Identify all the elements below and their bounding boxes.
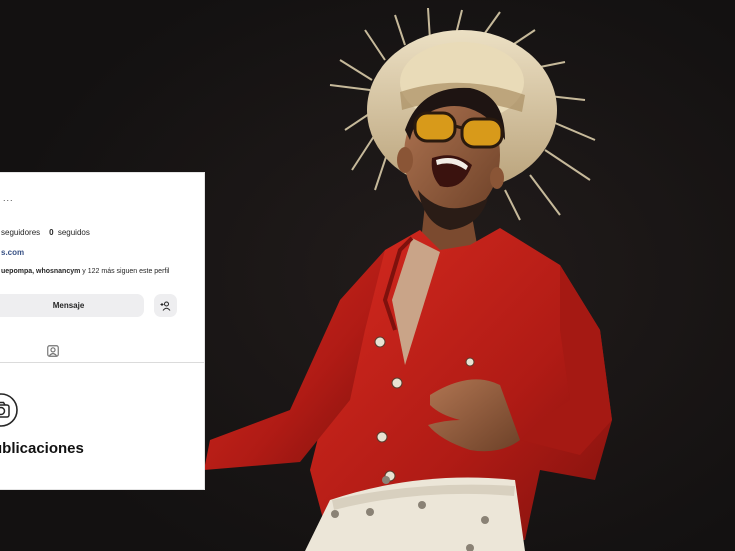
followed-by-text: uepompa, whosnancym y 122 más siguen est… bbox=[1, 268, 169, 275]
camera-icon bbox=[0, 392, 19, 428]
add-user-icon bbox=[160, 301, 170, 311]
website-link[interactable]: s.com bbox=[1, 248, 24, 257]
following-label[interactable]: seguidos bbox=[58, 228, 90, 237]
following-count: 0 bbox=[49, 228, 54, 237]
tab-tagged[interactable] bbox=[46, 344, 60, 358]
tagged-photos-icon bbox=[47, 345, 59, 357]
tab-divider bbox=[0, 362, 204, 363]
followers-label[interactable]: seguidores bbox=[1, 228, 40, 237]
followed-by-rest: y 122 más siguen este perfil bbox=[80, 268, 170, 275]
add-user-button[interactable] bbox=[154, 294, 177, 317]
profile-stats: seguidores 0 seguidos bbox=[1, 228, 90, 237]
message-button[interactable]: Mensaje bbox=[0, 294, 144, 317]
followed-by-users[interactable]: uepompa, whosnancym bbox=[1, 268, 80, 275]
empty-state-title: ublicaciones bbox=[0, 440, 84, 457]
more-options-button[interactable]: ... bbox=[3, 193, 14, 203]
profile-card: ... seguidores 0 seguidos s.com uepompa, … bbox=[0, 172, 205, 490]
